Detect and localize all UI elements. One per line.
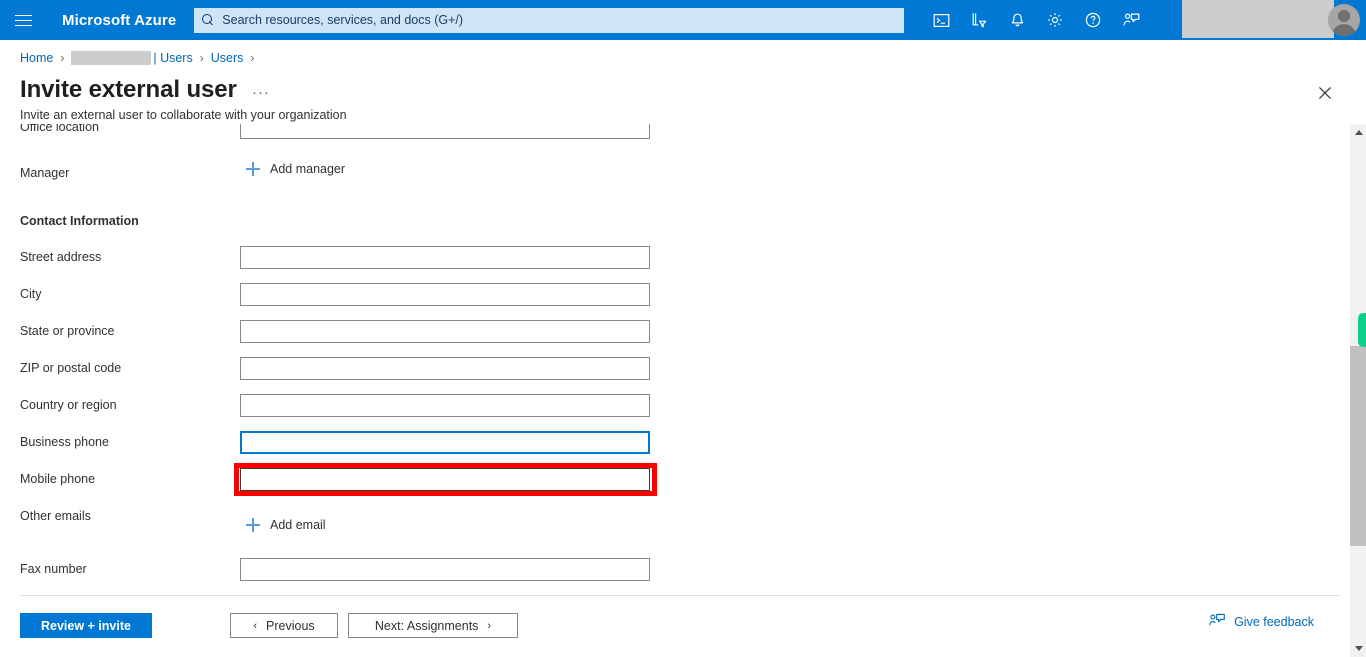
- search-placeholder: Search resources, services, and docs (G+…: [222, 13, 464, 27]
- form-label-street-address: Street address: [20, 250, 102, 264]
- breadcrumb-separator: ›: [250, 51, 255, 65]
- breadcrumb-item-home[interactable]: Home: [20, 51, 53, 65]
- close-icon[interactable]: [1312, 80, 1338, 106]
- add-manager-button[interactable]: Add manager: [246, 162, 345, 176]
- form-input-office-location[interactable]: [240, 124, 650, 139]
- chevron-left-icon: ‹: [253, 619, 258, 632]
- breadcrumb-item-users[interactable]: Users: [211, 51, 244, 65]
- give-feedback-label: Give feedback: [1234, 615, 1314, 629]
- feedback-icon[interactable]: [1112, 0, 1150, 40]
- form-field-other-emails: Other emails Add email: [0, 505, 700, 532]
- avatar[interactable]: [1328, 4, 1360, 36]
- form-input-zip-or-postal-code[interactable]: [240, 357, 650, 380]
- wizard-footer: Review + invite ‹ Previous Next: Assignm…: [0, 596, 1366, 657]
- plus-icon: [246, 162, 260, 176]
- breadcrumb-separator: ›: [199, 51, 204, 65]
- section-title-contact-information: Contact Information: [20, 214, 139, 228]
- page-subtitle: Invite an external user to collaborate w…: [20, 108, 347, 122]
- search-icon: [202, 13, 215, 27]
- form-input-city[interactable]: [240, 283, 650, 306]
- form-label-city: City: [20, 287, 42, 301]
- form-input-fax-number[interactable]: [240, 558, 650, 581]
- form-label-state-or-province: State or province: [20, 324, 115, 338]
- form-label-other-emails: Other emails: [20, 509, 91, 523]
- breadcrumb: Home › | Users › Users ›: [20, 48, 261, 68]
- vertical-scrollbar[interactable]: [1349, 124, 1366, 657]
- invite-form-scroll-area: Office location Manager Add manager Cont…: [0, 124, 1340, 594]
- azure-top-bar: Microsoft Azure Search resources, servic…: [0, 0, 1366, 40]
- previous-button-label: Previous: [266, 618, 315, 633]
- form-field-street-address: Street address: [0, 246, 700, 270]
- scroll-up-arrow-icon[interactable]: [1350, 124, 1366, 141]
- form-input-country-or-region[interactable]: [240, 394, 650, 417]
- form-input-state-or-province[interactable]: [240, 320, 650, 343]
- scroll-thumb[interactable]: [1350, 346, 1366, 546]
- settings-gear-icon[interactable]: [1036, 0, 1074, 40]
- form-field-country-or-region: Country or region: [0, 394, 700, 418]
- form-field-city: City: [0, 283, 700, 307]
- cloud-shell-icon[interactable]: [922, 0, 960, 40]
- page-title: Invite external user: [20, 76, 237, 103]
- form-label-business-phone: Business phone: [20, 435, 109, 449]
- directory-filter-icon[interactable]: [960, 0, 998, 40]
- scroll-down-arrow-icon[interactable]: [1350, 640, 1366, 657]
- form-field-zip-or-postal-code: ZIP or postal code: [0, 357, 700, 381]
- form-field-manager: Manager Add manager: [0, 162, 700, 186]
- azure-brand-logo[interactable]: Microsoft Azure: [62, 12, 176, 29]
- form-field-state-or-province: State or province: [0, 320, 700, 344]
- form-label-country-or-region: Country or region: [20, 398, 117, 412]
- form-field-mobile-phone: Mobile phone: [0, 463, 700, 496]
- form-label-office-location: Office location: [20, 124, 99, 134]
- add-manager-label: Add manager: [270, 162, 346, 176]
- hamburger-icon[interactable]: [0, 0, 46, 40]
- avatar-head: [1338, 10, 1350, 22]
- avatar-body: [1332, 24, 1356, 36]
- status-indicator-tab: [1358, 313, 1366, 347]
- form-label-fax-number: Fax number: [20, 562, 87, 576]
- give-feedback-button[interactable]: Give feedback: [1208, 612, 1314, 632]
- breadcrumb-separator: ›: [60, 51, 65, 65]
- top-bar-icon-group: [922, 0, 1150, 40]
- form-label-mobile-phone: Mobile phone: [20, 472, 96, 486]
- help-question-icon[interactable]: [1074, 0, 1112, 40]
- notifications-bell-icon[interactable]: [998, 0, 1036, 40]
- next-button-label: Next: Assignments: [374, 618, 479, 633]
- next-assignments-button[interactable]: Next: Assignments ›: [348, 613, 518, 638]
- chevron-right-icon: ›: [487, 619, 492, 632]
- form-input-business-phone[interactable]: [240, 431, 650, 454]
- form-label-manager: Manager: [20, 166, 70, 180]
- more-options-ellipsis-icon[interactable]: ···: [252, 84, 270, 101]
- form-input-mobile-phone[interactable]: [240, 468, 650, 491]
- breadcrumb-item-redacted[interactable]: [71, 51, 152, 65]
- redacted-tenant-area: [1182, 0, 1334, 38]
- breadcrumb-item-users-tenant[interactable]: | Users: [153, 51, 192, 65]
- plus-icon: [246, 518, 260, 532]
- feedback-person-icon: [1208, 612, 1226, 632]
- previous-button[interactable]: ‹ Previous: [230, 613, 338, 638]
- form-field-business-phone: Business phone: [0, 431, 700, 455]
- search-input[interactable]: Search resources, services, and docs (G+…: [194, 7, 905, 33]
- form-label-zip-or-postal-code: ZIP or postal code: [20, 361, 122, 375]
- review-and-invite-button[interactable]: Review + invite: [20, 613, 152, 638]
- form-input-street-address[interactable]: [240, 246, 650, 269]
- add-email-button[interactable]: Add email: [246, 518, 326, 532]
- form-field-office-location: Office location: [0, 124, 700, 140]
- form-field-fax-number: Fax number: [0, 558, 700, 582]
- add-email-label: Add email: [270, 518, 326, 532]
